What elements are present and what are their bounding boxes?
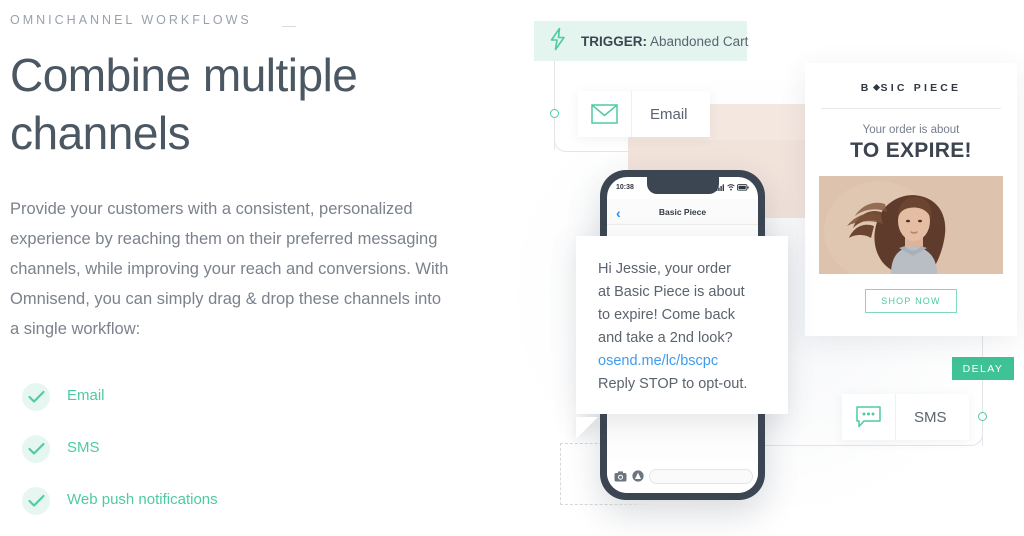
trigger-badge[interactable]: TRIGGER: Abandoned Cart: [534, 21, 748, 61]
email-headline: TO EXPIRE!: [850, 139, 972, 162]
trigger-label-bold: TRIGGER:: [581, 33, 647, 49]
phone-text-input[interactable]: [649, 468, 753, 484]
check-icon: [22, 435, 50, 463]
delay-badge[interactable]: DELAY: [952, 357, 1014, 380]
page-title: Combine multiple channels: [10, 49, 358, 159]
status-icons: [716, 183, 749, 191]
sms-line-3: to expire! Come back: [598, 307, 736, 323]
workflow-node-sms[interactable]: SMS: [842, 394, 969, 440]
connector-dot-email[interactable]: [550, 109, 559, 118]
sms-line-4: and take a 2nd look?: [598, 330, 733, 346]
checklist-label-sms: SMS: [67, 439, 100, 456]
connector-line-horizontal-top: [575, 151, 805, 152]
divider: [821, 108, 1001, 109]
check-icon: [22, 383, 50, 411]
list-item: SMS: [10, 435, 410, 487]
email-preview-card: B SIC PIECE Your order is about TO EXPIRE…: [805, 63, 1017, 336]
connector-dot-sms[interactable]: [978, 412, 987, 421]
connector-corner-left: [554, 130, 576, 152]
workflow-illustration: TRIGGER: Abandoned Cart Email SMS DELAY …: [512, 0, 1024, 536]
list-item: Web push notifications: [10, 487, 410, 536]
checklist-label-webpush: Web push notifications: [67, 491, 218, 508]
email-logo-pre: B: [860, 82, 872, 94]
workflow-node-email[interactable]: Email: [578, 91, 710, 137]
checklist-label-email: Email: [67, 387, 105, 404]
lightning-bolt-icon: [548, 27, 568, 56]
phone-nav-bar: ‹ Basic Piece: [607, 199, 758, 225]
eyebrow-label: OMNICHANNEL WORKFLOWS: [10, 13, 252, 27]
sms-message-text: Hi Jessie, your order at Basic Piece is …: [598, 258, 768, 396]
marketing-feature-section: OMNICHANNEL WORKFLOWS Combine multiple c…: [0, 0, 1024, 536]
check-icon: [22, 487, 50, 515]
sms-line-5: Reply STOP to opt-out.: [598, 376, 748, 392]
workflow-node-label-email: Email: [650, 105, 688, 123]
eyebrow-dash: [282, 26, 296, 27]
channel-checklist: Email SMS Web push notifications: [10, 383, 410, 536]
camera-icon: [614, 470, 627, 481]
email-logo-post: SIC PIECE: [880, 82, 962, 94]
sms-line-1: Hi Jessie, your order: [598, 261, 731, 277]
trigger-label: TRIGGER: Abandoned Cart: [581, 34, 748, 49]
phone-input-bar: [607, 459, 758, 493]
email-subtitle: Your order is about: [862, 124, 960, 136]
email-hero-photo: [819, 176, 1003, 274]
list-item: Email: [10, 383, 410, 435]
envelope-icon: [578, 91, 632, 137]
sms-line-2: at Basic Piece is about: [598, 284, 745, 300]
battery-icon: [737, 183, 749, 191]
sms-message-bubble: Hi Jessie, your order at Basic Piece is …: [576, 236, 788, 414]
phone-nav-title: Basic Piece: [658, 206, 707, 217]
email-brand-logo: B SIC PIECE: [805, 82, 1017, 94]
shop-now-button[interactable]: SHOP NOW: [865, 289, 957, 313]
phone-status-bar: 10:38: [607, 180, 758, 194]
text-column: OMNICHANNEL WORKFLOWS Combine multiple c…: [10, 0, 480, 536]
chevron-left-icon[interactable]: ‹: [616, 205, 621, 221]
diamond-icon: [872, 84, 880, 92]
status-time: 10:38: [616, 183, 634, 191]
app-store-icon: [632, 470, 644, 482]
signal-icon: [716, 183, 724, 191]
connector-line-horizontal-bottom: [762, 445, 962, 446]
chat-bubble-icon: [842, 394, 896, 440]
workflow-node-label-sms: SMS: [914, 408, 947, 426]
sms-bubble-tail: [576, 417, 598, 439]
body-paragraph: Provide your customers with a consistent…: [10, 200, 449, 338]
trigger-label-rest: Abandoned Cart: [647, 33, 749, 49]
sms-link[interactable]: osend.me/lc/bscpc: [598, 350, 768, 373]
wifi-icon: [727, 183, 735, 190]
